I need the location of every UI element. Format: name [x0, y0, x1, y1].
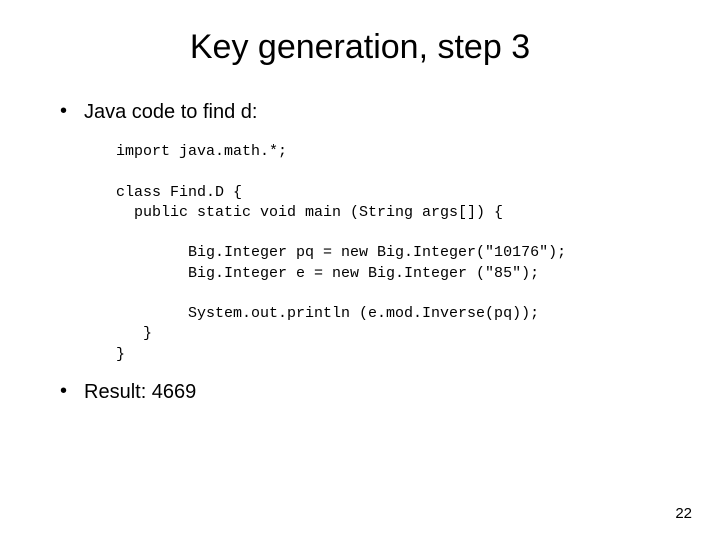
slide: Key generation, step 3 Java code to find… [0, 0, 720, 540]
bullet-item: Java code to find d: [60, 101, 680, 124]
page-number: 22 [675, 505, 692, 522]
slide-title: Key generation, step 3 [0, 0, 720, 85]
code-block: import java.math.*; class Find.D { publi… [116, 142, 680, 365]
slide-body: Java code to find d: import java.math.*;… [0, 101, 720, 404]
bullet-item: Result: 4669 [60, 381, 680, 404]
bullet-list: Java code to find d: [60, 101, 680, 124]
bullet-list: Result: 4669 [60, 381, 680, 404]
